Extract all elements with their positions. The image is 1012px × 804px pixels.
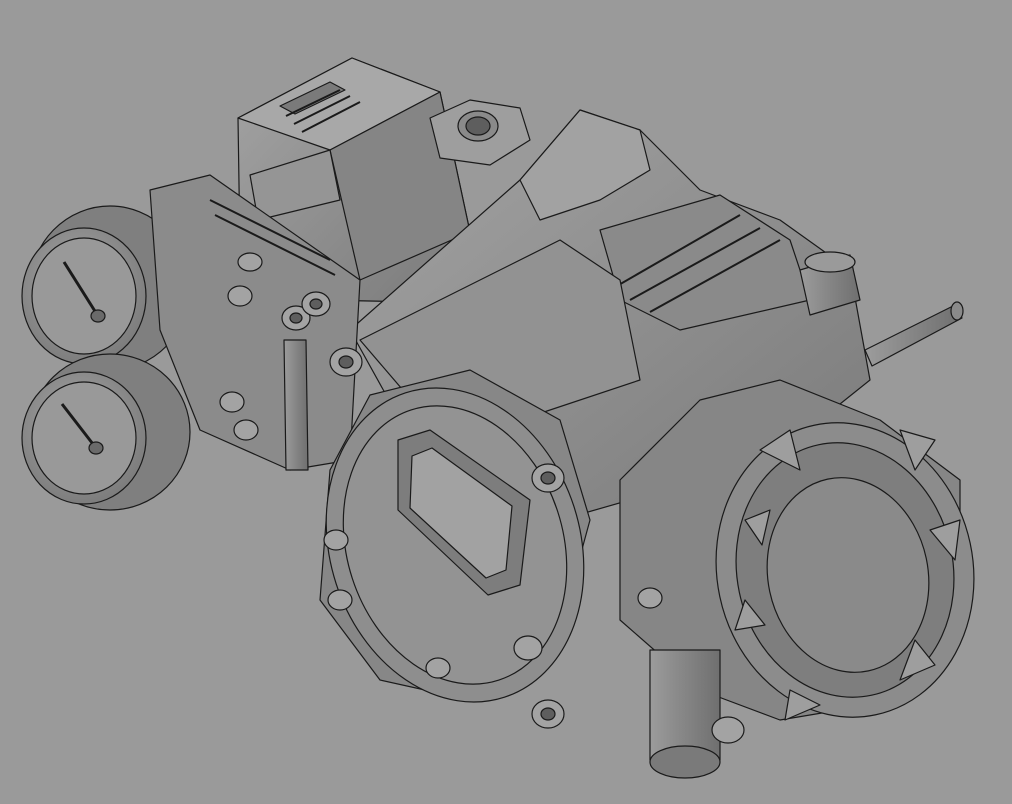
cad-viewport <box>0 0 1012 804</box>
mounting-boss <box>429 99 531 166</box>
pressure-gauge-lower <box>21 353 191 511</box>
cable-entry <box>649 649 721 761</box>
valve-positioner-render <box>21 57 975 779</box>
